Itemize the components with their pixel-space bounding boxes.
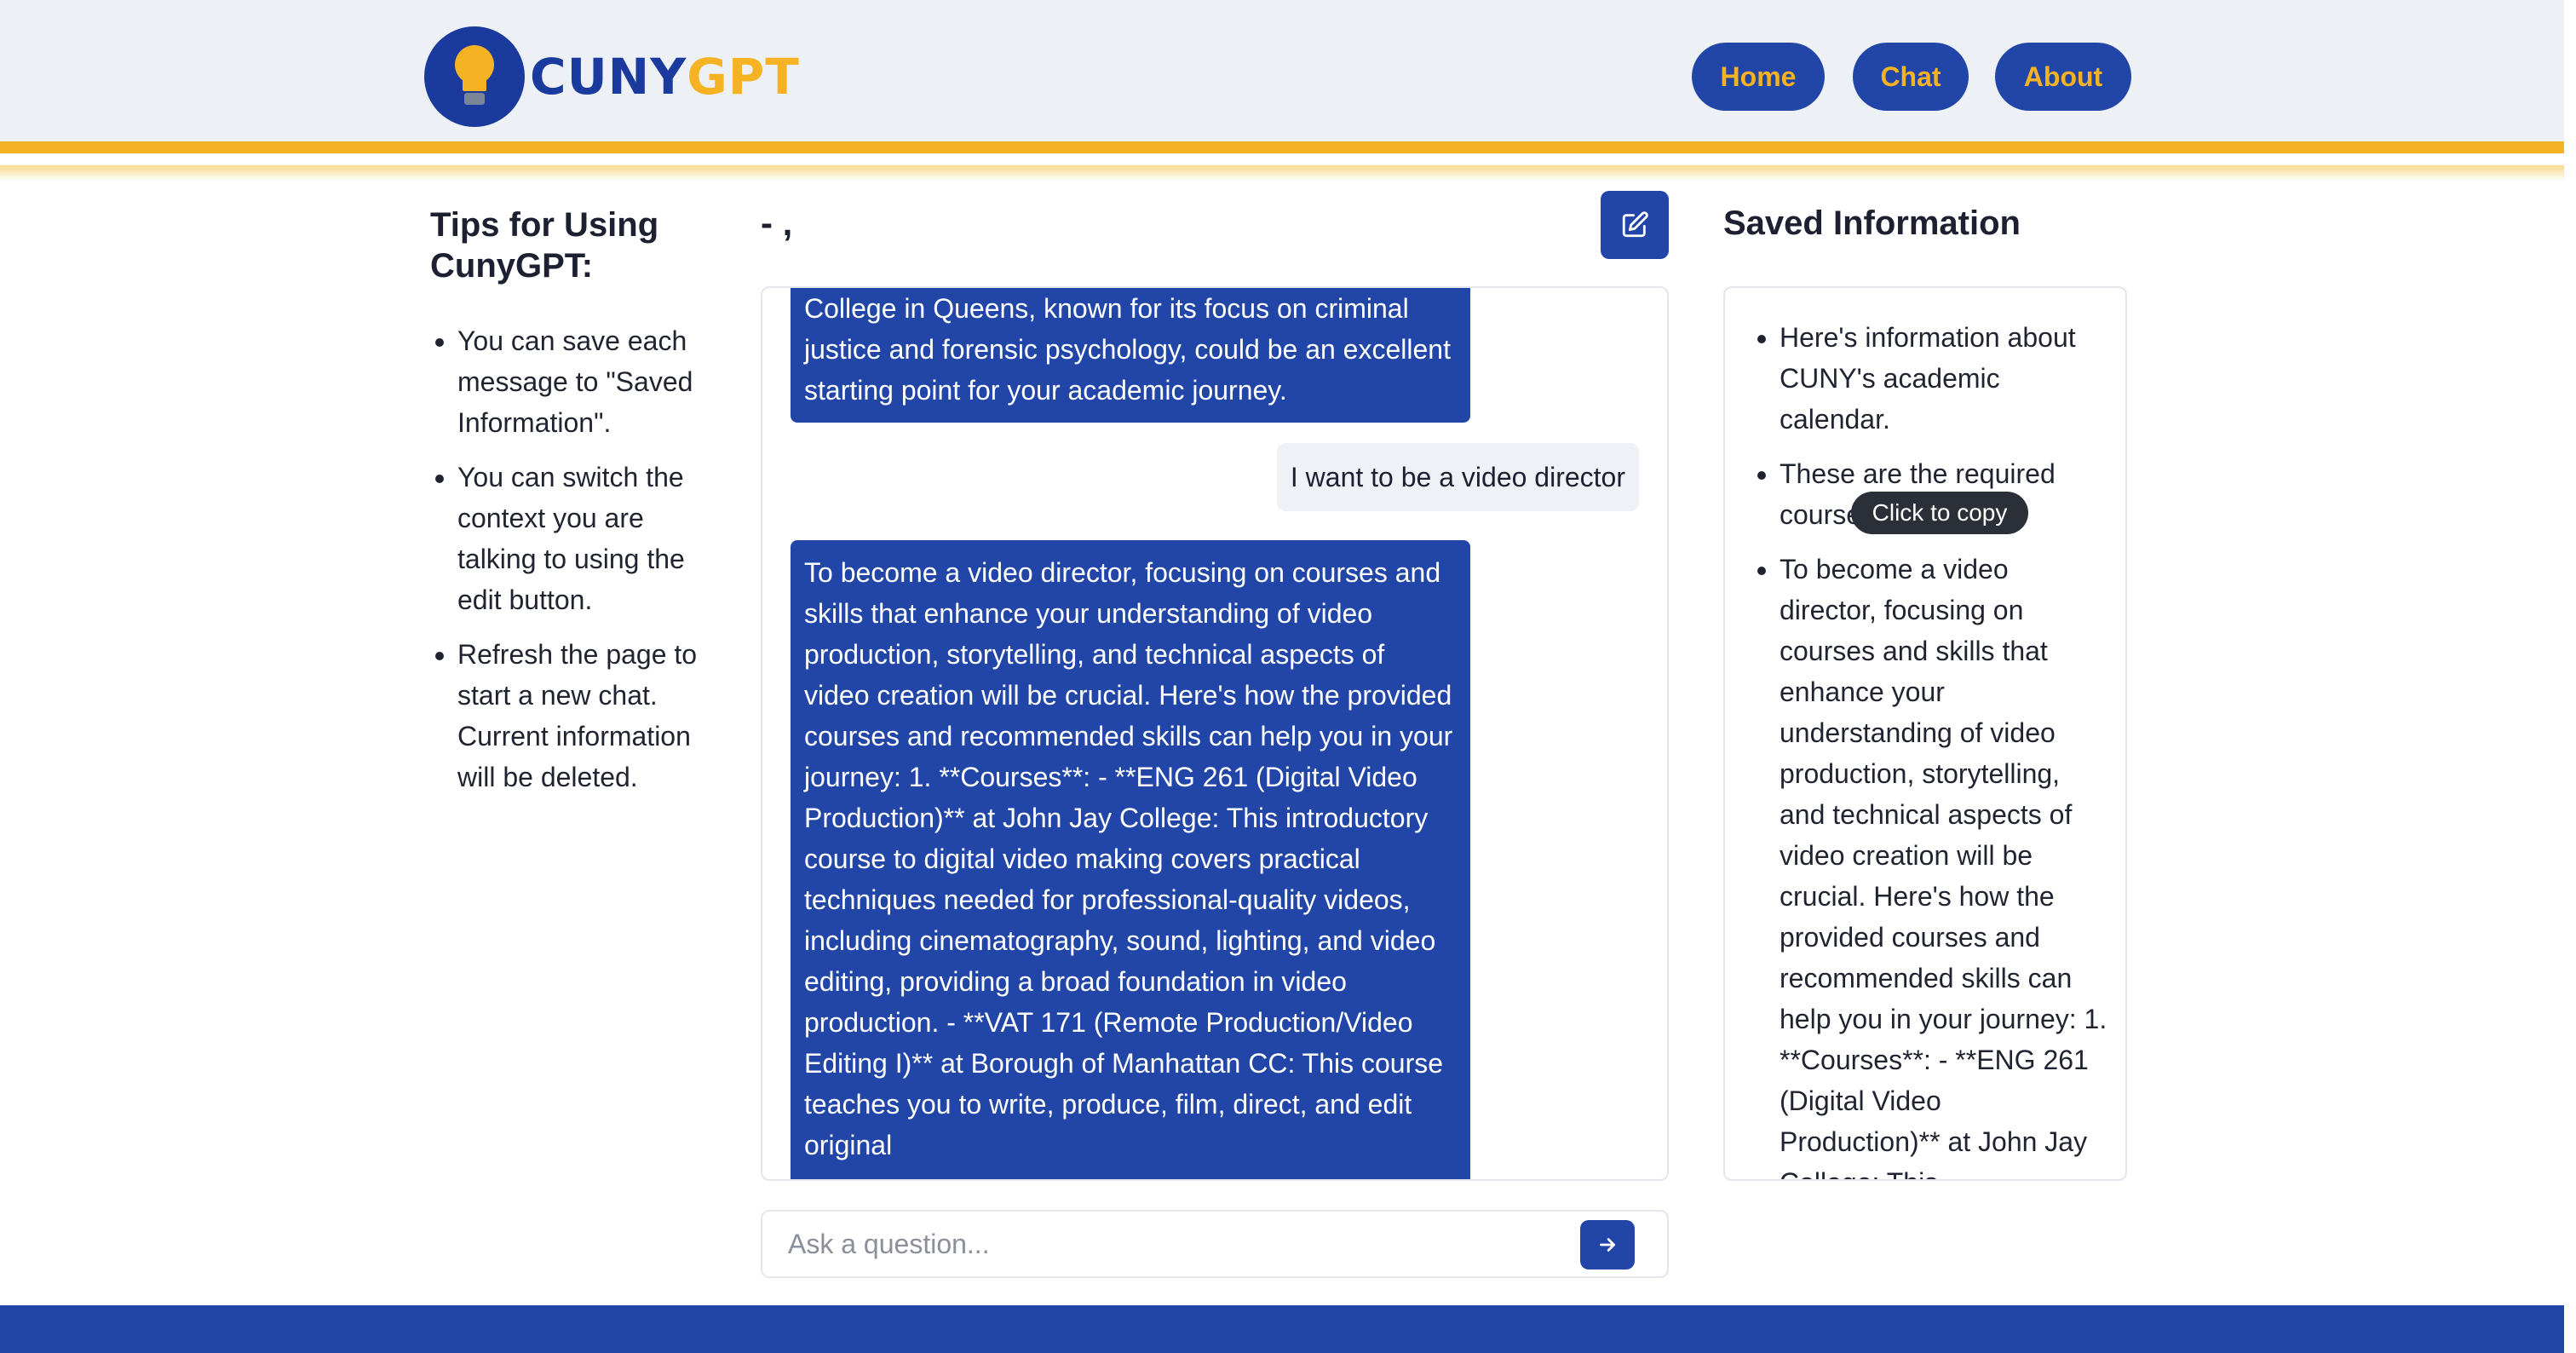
tip-item: You can switch the context you are talki… — [457, 457, 711, 620]
site-footer — [0, 1305, 2564, 1353]
edit-context-button[interactable] — [1601, 191, 1669, 259]
logo-wordmark: CUNYGPT — [530, 48, 800, 106]
arrow-right-icon — [1600, 1238, 1615, 1252]
lightbulb-icon — [424, 26, 525, 127]
copy-tooltip: Click to copy — [1851, 492, 2028, 534]
chat-input-bar — [761, 1210, 1669, 1278]
tip-item: You can save each message to "Saved Info… — [457, 320, 711, 443]
send-button[interactable] — [1580, 1220, 1635, 1270]
site-header: CUNYGPT Home Chat About — [0, 0, 2564, 153]
tip-item: Refresh the page to start a new chat. Cu… — [457, 634, 711, 797]
saved-info-list: Here's information about CUNY's academic… — [1725, 288, 2125, 1179]
nav-about-button[interactable]: About — [1995, 43, 2131, 111]
saved-item[interactable]: To become a video director, focusing on … — [1780, 549, 2108, 1179]
tips-panel: Tips for Using CunyGPT: You can save eac… — [430, 204, 711, 811]
nav-chat-button[interactable]: Chat — [1853, 43, 1969, 111]
question-input[interactable] — [788, 1223, 1555, 1264]
tips-list: You can save each message to "Saved Info… — [430, 320, 711, 797]
saved-info-panel[interactable]: Here's information about CUNY's academic… — [1723, 286, 2127, 1181]
cunygpt-logo[interactable]: CUNYGPT — [424, 26, 800, 128]
tips-title: Tips for Using CunyGPT: — [430, 206, 659, 285]
bot-message[interactable]: College in Queens, known for its focus o… — [791, 288, 1470, 423]
page-edge — [2564, 0, 2576, 1353]
chat-context-title: - , — [761, 203, 793, 243]
logo-text-gpt: GPT — [687, 48, 800, 106]
logo-text-cuny: CUNY — [530, 48, 687, 106]
saved-item[interactable]: Here's information about CUNY's academic… — [1780, 317, 2108, 440]
edit-icon — [1622, 211, 1648, 238]
user-message[interactable]: I want to be a video director — [1276, 443, 1639, 511]
nav-home-button[interactable]: Home — [1692, 43, 1825, 111]
bot-message[interactable]: To become a video director, focusing on … — [791, 540, 1470, 1179]
chat-messages[interactable]: College in Queens, known for its focus o… — [761, 286, 1669, 1181]
header-divider — [0, 165, 2564, 181]
saved-info-title: Saved Information — [1723, 204, 2021, 242]
